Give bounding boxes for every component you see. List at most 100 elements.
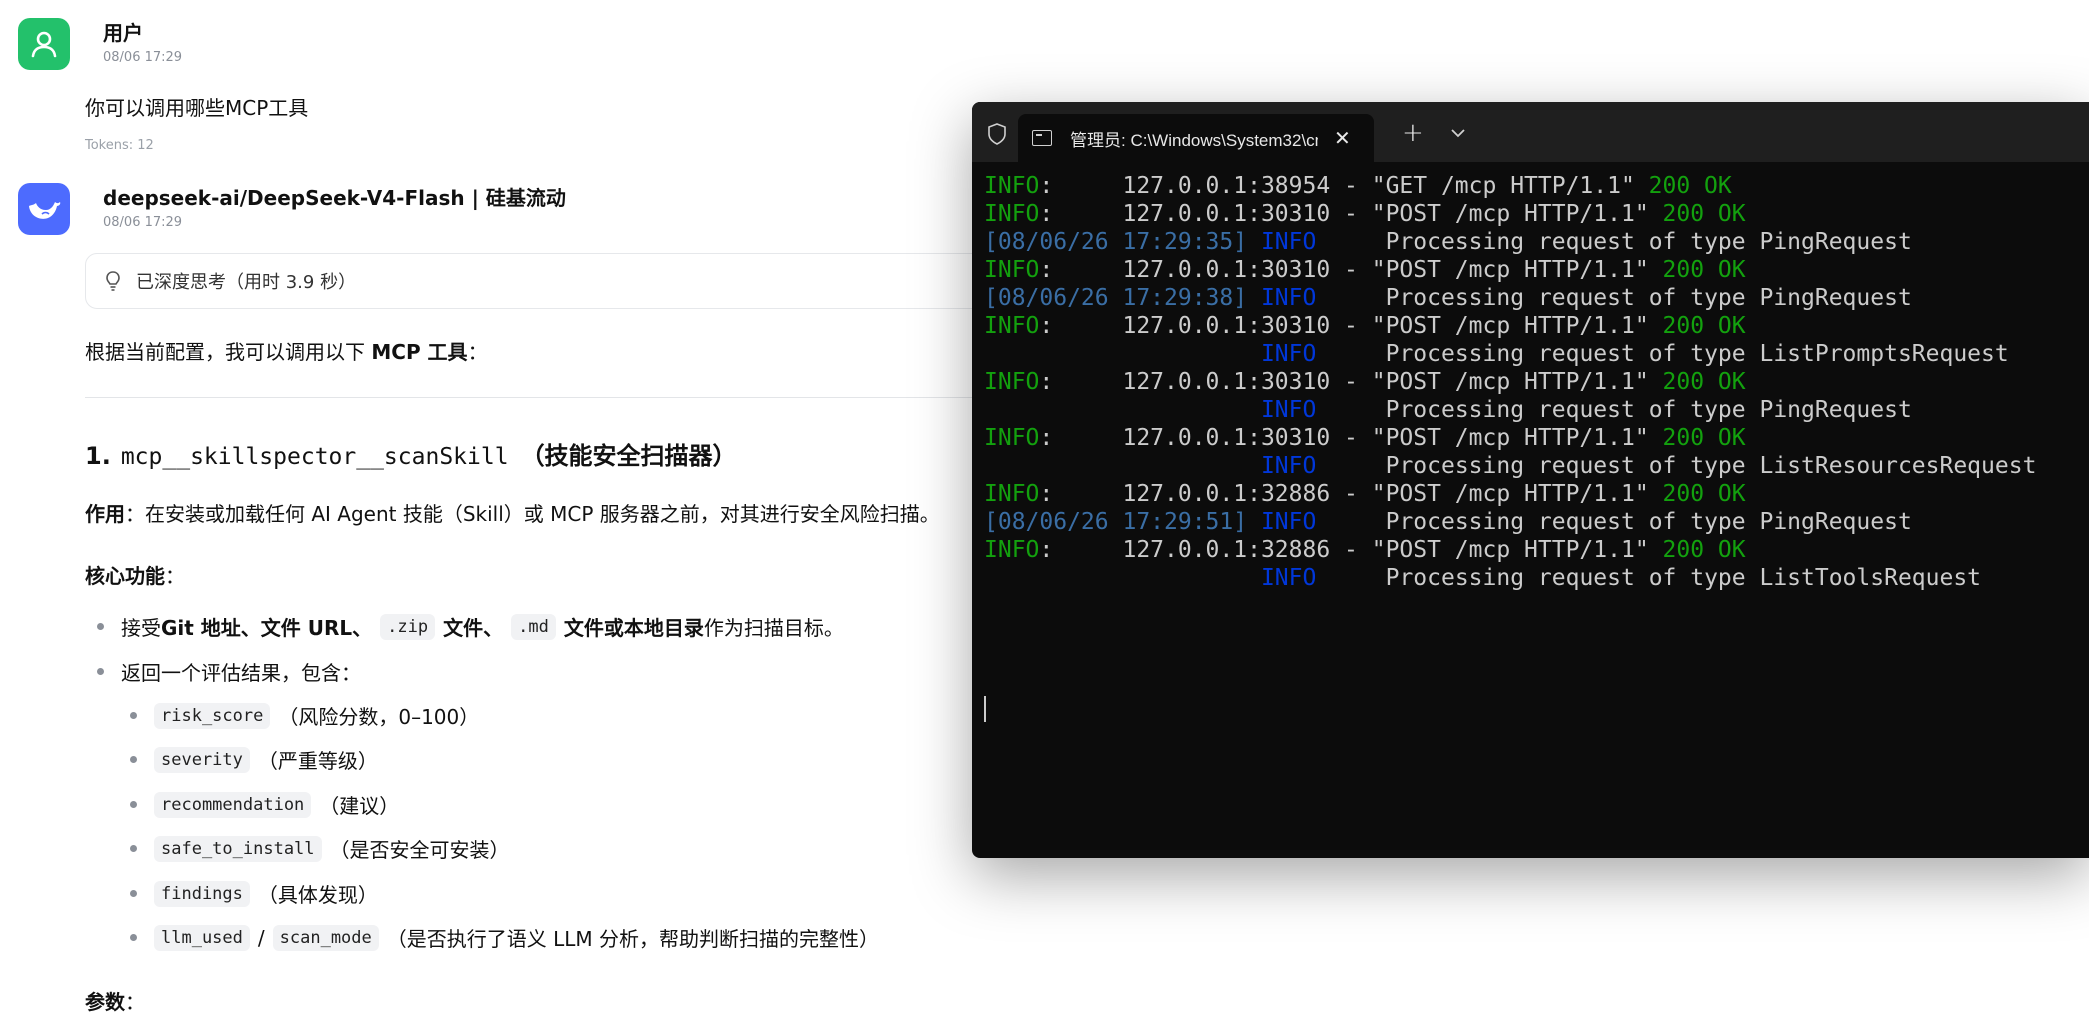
sub-list-item: recommendation （建议） (130, 790, 399, 819)
assistant-message-time: 08/06 17:29 (103, 215, 183, 230)
sub-bullet-code: findings (154, 880, 250, 907)
log-level: INFO (1247, 509, 1317, 535)
log-level: INFO (1247, 341, 1317, 367)
bullet1-prefix: 接受 (121, 616, 161, 640)
shield-icon (988, 123, 1006, 145)
answer-intro: 根据当前配置，我可以调用以下 MCP 工具： (85, 336, 488, 365)
core-label: 核心功能 (85, 564, 165, 588)
terminal-output[interactable]: INFO: 127.0.0.1:38954 - "GET /mcp HTTP/1… (984, 172, 2036, 592)
terminal-titlebar[interactable]: 管理员: C:\Windows\System32\cmd.exe ✕ + (972, 102, 2089, 162)
log-timestamp (984, 565, 1247, 591)
terminal-line: INFO Processing request of type ListTool… (984, 564, 2036, 592)
sub-list-item: findings （具体发现） (130, 879, 378, 908)
sub-bullet-text: （严重等级） (257, 749, 378, 773)
log-level: INFO (1247, 397, 1317, 423)
log-request: : 127.0.0.1:30310 - "POST /mcp HTTP/1.1" (1039, 257, 1663, 283)
user-message-header: 用户 08/06 17:29 (18, 18, 182, 70)
log-level: INFO (1247, 565, 1317, 591)
log-timestamp: [08/06/26 17:29:51] (984, 509, 1248, 535)
user-message-time: 08/06 17:29 (103, 50, 183, 65)
log-timestamp: [08/06/26 17:29:38] (984, 285, 1248, 311)
bullet-dot (97, 623, 104, 630)
bullet1-bold2: 文件、 (443, 616, 504, 640)
sub-bullet-code: recommendation (154, 791, 312, 818)
sub-bullet-text: （具体发现） (257, 883, 378, 907)
bullet-dot (130, 890, 137, 897)
log-level: INFO (984, 201, 1040, 227)
log-message: Processing request of type ListToolsRequ… (1316, 565, 1982, 591)
params-suffix: ： (125, 990, 145, 1014)
core-suffix: ： (165, 564, 185, 588)
log-request: : 127.0.0.1:32886 - "POST /mcp HTTP/1.1" (1039, 481, 1663, 507)
list-item: 接受 Git 地址、文件 URL、 .zip 文件、 .md 文件或本地目录 作… (97, 612, 844, 641)
bullet-dot (130, 756, 137, 763)
tab-title: 管理员: C:\Windows\System32\cmd.exe (1070, 130, 1318, 150)
log-level: INFO (984, 481, 1040, 507)
log-status: 200 OK (1662, 425, 1746, 451)
user-name: 用户 (103, 21, 143, 45)
intro-prefix: 根据当前配置，我可以调用以下 (85, 340, 372, 364)
intro-suffix: ： (467, 340, 488, 364)
sub-bullet-separator: / (257, 925, 265, 950)
log-status: 200 OK (1662, 257, 1746, 283)
new-tab-button[interactable]: + (1402, 118, 1424, 148)
log-level: INFO (984, 425, 1040, 451)
deepseek-whale-icon (29, 202, 61, 219)
sub-bullet-code: severity (154, 746, 250, 773)
sub-bullet-text: （是否安全可安装） (329, 838, 510, 862)
divider (85, 397, 1085, 398)
bullet-dot (130, 845, 137, 852)
log-status: 200 OK (1662, 369, 1746, 395)
lightbulb-icon (106, 271, 120, 291)
log-message: Processing request of type PingRequest (1316, 397, 1912, 423)
thinking-label: 已深度思考（用时 3.9 秒） (136, 272, 357, 293)
log-status: 200 OK (1662, 481, 1746, 507)
log-message: Processing request of type PingRequest (1316, 285, 1912, 311)
sub-list-item: severity （严重等级） (130, 745, 378, 774)
log-request: : 127.0.0.1:30310 - "POST /mcp HTTP/1.1" (1039, 425, 1663, 451)
chevron-down-icon[interactable] (1450, 128, 1466, 138)
terminal-tab[interactable]: 管理员: C:\Windows\System32\cmd.exe ✕ (1018, 114, 1374, 162)
terminal-line: INFO Processing request of type ListProm… (984, 340, 2036, 368)
terminal-line: INFO: 127.0.0.1:30310 - "POST /mcp HTTP/… (984, 256, 2036, 284)
sub-list-item: llm_used / scan_mode （是否执行了语义 LLM 分析，帮助判… (130, 923, 879, 952)
bullet1-bold1: Git 地址、文件 URL、 (161, 616, 373, 640)
bullet1-code1: .zip (380, 613, 436, 640)
log-level: INFO (1247, 285, 1317, 311)
log-status: 200 OK (1648, 173, 1732, 199)
section-heading: 1. mcp__skillspector__scanSkill （技能安全扫描器… (85, 436, 737, 471)
params-heading: 参数： (85, 986, 145, 1015)
section-number: 1. (85, 442, 111, 470)
terminal-line: INFO: 127.0.0.1:30310 - "POST /mcp HTTP/… (984, 424, 2036, 452)
terminal-line: INFO: 127.0.0.1:30310 - "POST /mcp HTTP/… (984, 368, 2036, 396)
purpose-text: ：在安装或加载任何 AI Agent 技能（Skill）或 MCP 服务器之前，… (125, 502, 940, 526)
log-timestamp: [08/06/26 17:29:35] (984, 229, 1248, 255)
thinking-toggle[interactable]: 已深度思考（用时 3.9 秒） (85, 253, 1085, 309)
terminal-line: INFO Processing request of type ListReso… (984, 452, 2036, 480)
log-message: Processing request of type PingRequest (1316, 509, 1912, 535)
intro-bold: MCP 工具 (371, 340, 468, 364)
params-label: 参数 (85, 990, 125, 1014)
bullet-dot (130, 801, 137, 808)
terminal-cursor (984, 696, 986, 722)
terminal-line: [08/06/26 17:29:35] INFO Processing requ… (984, 228, 2036, 256)
log-level: INFO (984, 173, 1040, 199)
terminal-line: INFO: 127.0.0.1:32886 - "POST /mcp HTTP/… (984, 480, 2036, 508)
bullet-dot (130, 934, 137, 941)
close-tab-icon[interactable]: ✕ (1334, 126, 1351, 150)
terminal-line: INFO: 127.0.0.1:38954 - "GET /mcp HTTP/1… (984, 172, 2036, 200)
terminal-window[interactable]: 管理员: C:\Windows\System32\cmd.exe ✕ + INF… (972, 102, 2089, 858)
log-message: Processing request of type ListResources… (1316, 453, 2037, 479)
log-status: 200 OK (1662, 537, 1746, 563)
purpose-label: 作用 (85, 502, 125, 526)
log-request: : 127.0.0.1:30310 - "POST /mcp HTTP/1.1" (1039, 201, 1663, 227)
section-title: （技能安全扫描器） (520, 442, 737, 470)
bullet1-code2: .md (511, 613, 556, 640)
log-level: INFO (984, 257, 1040, 283)
bullet1-bold3: 文件或本地目录 (563, 616, 704, 640)
log-timestamp (984, 397, 1247, 423)
log-timestamp (984, 341, 1247, 367)
sub-bullet-code: safe_to_install (154, 835, 322, 862)
assistant-name: deepseek-ai/DeepSeek-V4-Flash | 硅基流动 (103, 186, 566, 210)
log-level: INFO (984, 369, 1040, 395)
